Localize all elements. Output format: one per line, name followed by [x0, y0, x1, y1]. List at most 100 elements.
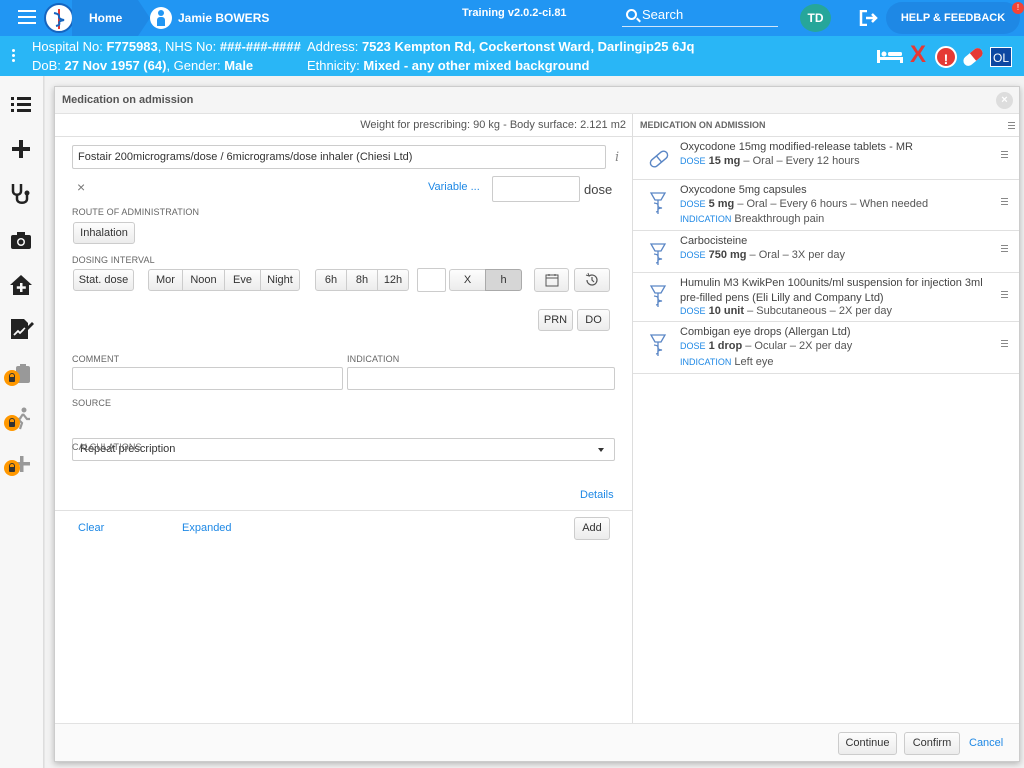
- home-breadcrumb[interactable]: Home: [72, 0, 150, 36]
- list-item[interactable]: Combigan eye drops (Allergan Ltd) DOSE 1…: [633, 322, 1019, 374]
- continue-button[interactable]: Continue: [838, 732, 897, 755]
- dose-tag: DOSE: [680, 306, 706, 316]
- left-sidebar: [0, 76, 44, 768]
- dose-value: 1 drop: [708, 340, 743, 352]
- item-menu-icon[interactable]: [1001, 340, 1008, 349]
- patient-name[interactable]: Jamie BOWERS: [150, 0, 269, 36]
- search-label: Search: [642, 7, 684, 22]
- dose-value: 750 mg: [708, 249, 747, 261]
- list-item[interactable]: Humulin M3 KwikPen 100units/ml suspensio…: [633, 273, 1019, 322]
- locked-clipboard-icon[interactable]: [4, 361, 34, 387]
- dialog-header: Medication on admission ×: [55, 87, 1019, 114]
- medication-dose-line: DOSE 15 mg – Oral – Every 12 hours: [680, 155, 860, 167]
- interval-h-button[interactable]: h: [485, 269, 522, 291]
- stethoscope-icon[interactable]: [8, 181, 34, 207]
- time-noon-button[interactable]: Noon: [182, 269, 225, 291]
- app-logo-icon[interactable]: [44, 3, 74, 33]
- dose-input[interactable]: [492, 176, 580, 202]
- divider: [55, 510, 632, 511]
- item-menu-icon[interactable]: [1001, 291, 1008, 300]
- inhalation-button[interactable]: Inhalation: [73, 222, 135, 244]
- dose-tag: DOSE: [680, 199, 706, 209]
- list-item[interactable]: Oxycodone 5mg capsules DOSE 5 mg – Oral …: [633, 180, 1019, 231]
- list-icon[interactable]: [8, 92, 34, 118]
- time-eve-button[interactable]: Eve: [224, 269, 261, 291]
- locked-walking-icon[interactable]: [4, 406, 34, 432]
- dob-label: DoB:: [32, 58, 61, 73]
- nhs-no: ###-###-####: [219, 39, 301, 54]
- ethnicity: Mixed - any other mixed background: [363, 58, 590, 73]
- user-avatar[interactable]: TD: [800, 4, 831, 32]
- interval-8h-button[interactable]: 8h: [346, 269, 378, 291]
- signed-document-icon[interactable]: [8, 316, 34, 342]
- search-field[interactable]: Search: [622, 5, 778, 27]
- calendar-icon: [545, 274, 558, 287]
- time-night-button[interactable]: Night: [260, 269, 300, 291]
- list-item[interactable]: Carbocisteine DOSE 750 mg – Oral – 3X pe…: [633, 231, 1019, 273]
- interval-6h-button[interactable]: 6h: [315, 269, 347, 291]
- home-add-icon[interactable]: [8, 272, 34, 298]
- interval-x-button[interactable]: X: [449, 269, 486, 291]
- source-select[interactable]: Repeat prescription: [72, 438, 615, 461]
- pharmacy-icon: [647, 241, 669, 265]
- close-icon[interactable]: ×: [996, 92, 1013, 109]
- item-menu-icon[interactable]: [1001, 198, 1008, 207]
- list-item[interactable]: Oxycodone 15mg modified-release tablets …: [633, 137, 1019, 180]
- dose-value: 5 mg: [708, 198, 735, 210]
- confirm-button[interactable]: Confirm: [904, 732, 960, 755]
- calculations-label: CALCULATIONS: [72, 442, 142, 452]
- gender-label: , Gender:: [166, 58, 221, 73]
- add-button[interactable]: Add: [574, 517, 610, 540]
- admission-medication-list: MEDICATION ON ADMISSION Oxycodone 15mg m…: [632, 114, 1019, 723]
- drug-field[interactable]: Fostair 200micrograms/dose / 6micrograms…: [72, 145, 606, 169]
- dose-detail: – Oral – Every 6 hours – When needed: [734, 198, 929, 210]
- search-icon: [626, 9, 637, 20]
- expanded-link[interactable]: Expanded: [182, 522, 232, 534]
- calendar-button[interactable]: [534, 268, 569, 292]
- add-icon[interactable]: [8, 136, 34, 162]
- clear-link[interactable]: Clear: [78, 522, 104, 534]
- list-header: MEDICATION ON ADMISSION: [633, 114, 1019, 137]
- comment-label: COMMENT: [72, 354, 120, 364]
- ethnicity-label: Ethnicity:: [307, 58, 360, 73]
- logout-icon[interactable]: [859, 9, 879, 27]
- indication-value: Breakthrough pain: [734, 213, 825, 225]
- dose-tag: DOSE: [680, 250, 706, 260]
- medication-dose-line: DOSE 5 mg – Oral – Every 6 hours – When …: [680, 198, 928, 210]
- help-feedback-button[interactable]: HELP & FEEDBACK: [886, 2, 1020, 34]
- comment-input[interactable]: [72, 367, 343, 390]
- info-icon[interactable]: i: [615, 150, 619, 165]
- item-menu-icon[interactable]: [1001, 245, 1008, 254]
- camera-icon[interactable]: [8, 227, 34, 253]
- medication-name: Oxycodone 15mg modified-release tablets …: [680, 141, 913, 153]
- interval-number-input[interactable]: [417, 268, 446, 292]
- indication-tag: INDICATION: [680, 357, 732, 367]
- variable-link[interactable]: Variable ...: [428, 181, 480, 193]
- schedule-button[interactable]: [574, 268, 610, 292]
- medication-pill-icon[interactable]: [961, 46, 985, 68]
- menu-icon[interactable]: [18, 10, 36, 24]
- alert-icon[interactable]: !: [935, 46, 957, 68]
- address-label: Address:: [307, 39, 359, 54]
- banner-ethnicity: Ethnicity: Mixed - any other mixed backg…: [307, 58, 589, 73]
- stat-dose-button[interactable]: Stat. dose: [73, 269, 134, 291]
- locked-add-icon[interactable]: [4, 451, 34, 477]
- clear-drug-icon[interactable]: ×: [77, 179, 85, 195]
- hospital-no: F775983: [106, 39, 158, 54]
- do-button[interactable]: DO: [577, 309, 610, 331]
- details-link[interactable]: Details: [580, 489, 614, 501]
- indication-input[interactable]: [347, 367, 615, 390]
- route-label: ROUTE OF ADMINISTRATION: [72, 207, 200, 217]
- prn-button[interactable]: PRN: [538, 309, 573, 331]
- interval-12h-button[interactable]: 12h: [377, 269, 409, 291]
- ol-badge[interactable]: OL: [990, 47, 1012, 67]
- banner-menu-icon[interactable]: [12, 49, 16, 64]
- list-menu-icon[interactable]: [1008, 122, 1015, 131]
- allergy-x-icon[interactable]: X: [910, 41, 926, 69]
- item-menu-icon[interactable]: [1001, 151, 1008, 160]
- cancel-link[interactable]: Cancel: [969, 737, 1003, 749]
- dose-detail: – Subcutaneous – 2X per day: [744, 305, 893, 317]
- time-mor-button[interactable]: Mor: [148, 269, 183, 291]
- medication-dose-line: DOSE 10 unit – Subcutaneous – 2X per day: [680, 305, 892, 317]
- bed-icon[interactable]: [876, 48, 904, 64]
